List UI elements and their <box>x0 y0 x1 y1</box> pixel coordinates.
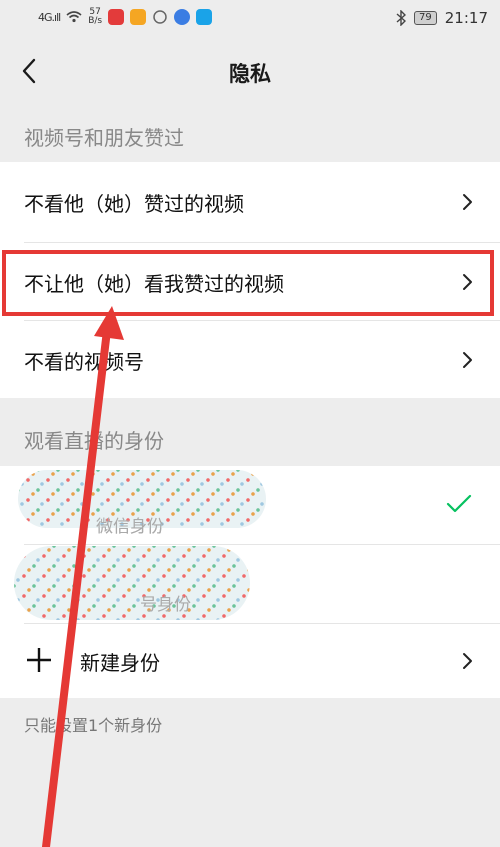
clock: 21:17 <box>444 9 488 27</box>
status-bar: 4G.ıll 57 B/s 79 21:17 <box>0 0 500 38</box>
chevron-right-icon <box>463 194 472 210</box>
nav-bar: 隐私 <box>0 38 500 108</box>
plus-icon <box>27 648 51 672</box>
new-identity-button[interactable]: 新建身份 <box>0 624 500 698</box>
checkmark-icon <box>446 494 472 513</box>
app-notification-icon <box>130 9 147 25</box>
row-label: 不看他（她）赞过的视频 <box>24 191 244 216</box>
app-notification-icon <box>174 9 191 25</box>
circle-notification-icon <box>153 10 167 24</box>
speed-unit: B/s <box>88 16 103 26</box>
section-header-live-identity: 观看直播的身份 <box>24 429 164 453</box>
row-blocked-channels[interactable]: 不看的视频号 <box>0 321 500 399</box>
redacted-identity-mosaic <box>14 546 250 620</box>
wifi-icon <box>66 11 82 23</box>
identity-label: 微信身份 <box>96 517 164 537</box>
app-notification-icon <box>196 9 213 25</box>
new-identity-label: 新建身份 <box>80 650 160 675</box>
row-hide-their-likes[interactable]: 不看他（她）赞过的视频 <box>0 163 500 241</box>
identity-footnote: 只能设置1个新身份 <box>24 716 163 735</box>
status-left: 4G.ıll 57 B/s <box>38 8 213 26</box>
chevron-right-icon <box>463 274 472 290</box>
chevron-right-icon <box>463 653 472 669</box>
page-title: 隐私 <box>229 62 271 86</box>
chevron-right-icon <box>463 352 472 368</box>
signal-indicator: 4G.ıll <box>38 10 61 24</box>
status-right: 79 21:17 <box>396 9 488 27</box>
battery-indicator: 79 <box>414 11 437 25</box>
row-label: 不让他（她）看我赞过的视频 <box>24 271 284 296</box>
identity-label: 号身份 <box>140 595 191 615</box>
section-header-channels-likes: 视频号和朋友赞过 <box>24 126 184 150</box>
channels-likes-card: 不看他（她）赞过的视频 不让他（她）看我赞过的视频 不看的视频号 <box>0 162 500 398</box>
row-label: 不看的视频号 <box>24 349 144 374</box>
bluetooth-icon <box>396 10 407 26</box>
row-hide-my-likes[interactable]: 不让他（她）看我赞过的视频 <box>0 243 500 321</box>
app-notification-icon <box>108 9 125 25</box>
network-speed: 57 B/s <box>88 8 102 26</box>
